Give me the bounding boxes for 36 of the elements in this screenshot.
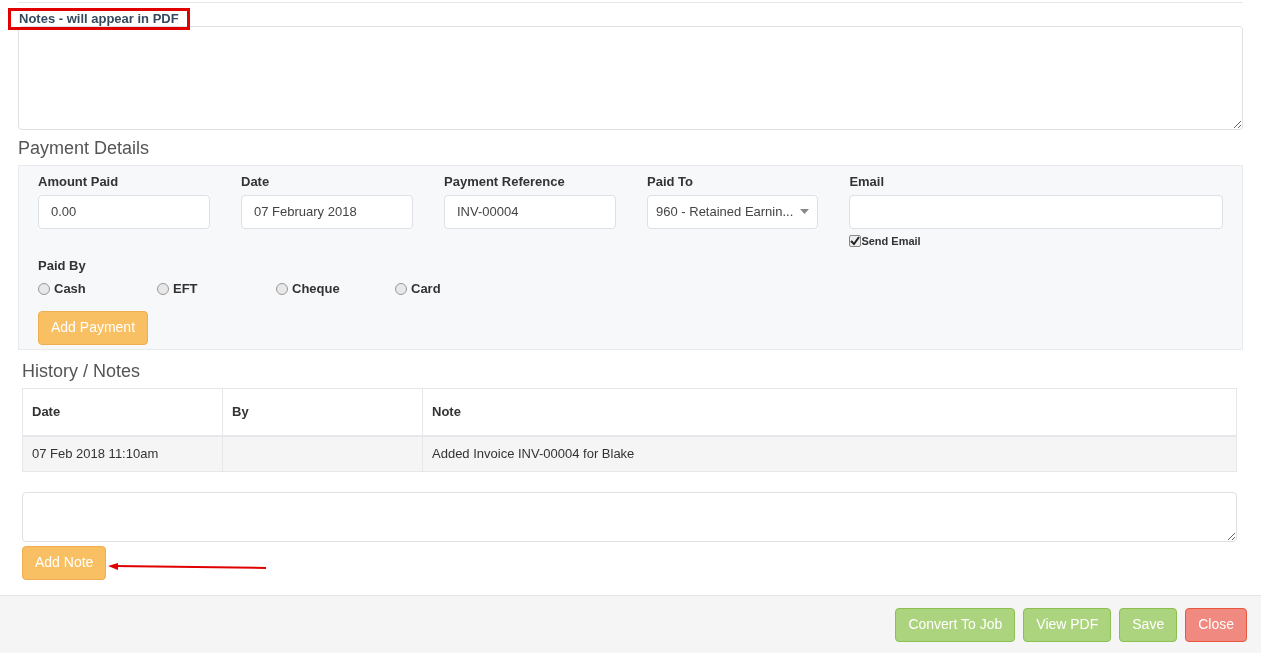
field-label: Paid To bbox=[647, 173, 694, 191]
field-label: Paid By bbox=[38, 258, 86, 273]
note-textarea[interactable] bbox=[22, 491, 1237, 542]
select-field[interactable]: 960 - Retained Earnin... bbox=[647, 194, 819, 229]
add-payment-button[interactable]: Add Payment bbox=[38, 310, 149, 345]
radio-label: Cheque bbox=[292, 280, 340, 298]
field-label: Payment Reference bbox=[444, 173, 566, 191]
table-cell: 07 Feb 2018 11:10am bbox=[22, 436, 223, 471]
radio-label: Cash bbox=[54, 280, 86, 298]
checkbox-label: Send Email bbox=[861, 233, 921, 249]
caret-icon bbox=[800, 209, 810, 214]
radio-button[interactable] bbox=[395, 282, 407, 295]
input-field[interactable] bbox=[849, 194, 1223, 229]
field-label: Date bbox=[241, 173, 271, 191]
field-label: Amount Paid bbox=[38, 173, 120, 191]
footer-button[interactable]: Convert To Job bbox=[895, 607, 1016, 642]
table-cell: Added Invoice INV-00004 for Blake bbox=[422, 436, 1237, 471]
radio-label: Card bbox=[411, 280, 441, 298]
add-note-button[interactable]: Add Note bbox=[22, 545, 107, 580]
input-field[interactable]: 07 February 2018 bbox=[241, 194, 413, 229]
section-title: History / Notes bbox=[22, 359, 142, 382]
input-field[interactable]: 0.00 bbox=[38, 194, 210, 229]
radio-label: EFT bbox=[173, 280, 198, 298]
radio-button[interactable] bbox=[38, 282, 50, 295]
field-label: Email bbox=[849, 173, 886, 191]
notes-textarea[interactable] bbox=[18, 26, 1243, 130]
footer-button[interactable]: View PDF bbox=[1023, 607, 1112, 642]
section-title: Payment Details bbox=[18, 137, 151, 159]
footer-button[interactable]: Save bbox=[1119, 607, 1178, 642]
notes-label: Notes - will appear in PDF bbox=[8, 8, 190, 30]
radio-button[interactable] bbox=[157, 282, 169, 295]
input-field[interactable]: INV-00004 bbox=[444, 194, 616, 229]
select-value: 960 - Retained Earnin... bbox=[656, 202, 794, 221]
checkbox[interactable] bbox=[849, 234, 862, 247]
radio-button[interactable] bbox=[276, 282, 288, 295]
footer-button[interactable]: Close bbox=[1185, 607, 1247, 642]
